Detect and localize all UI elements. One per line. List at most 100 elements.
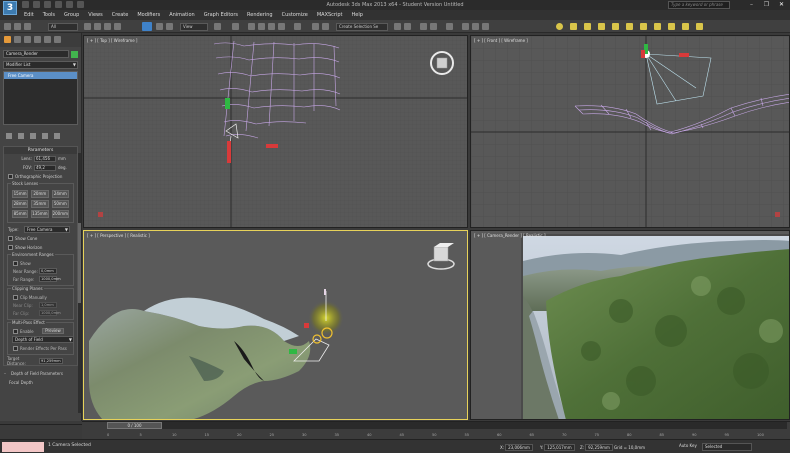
mirror-icon[interactable] — [312, 23, 319, 30]
modifier-list-dropdown[interactable]: Modifier List ▼ — [3, 61, 78, 69]
light-3-icon[interactable] — [584, 23, 591, 30]
show-cone-checkbox[interactable] — [8, 236, 13, 241]
render-per-pass-checkbox[interactable] — [13, 345, 18, 351]
preview-button[interactable]: Preview — [42, 328, 64, 334]
viewport-top-label[interactable]: [ + ] [ Top ] [ Wireframe ] — [87, 38, 138, 43]
lens-spinner[interactable]: 61,456 — [34, 155, 56, 162]
show-end-result-icon[interactable] — [18, 133, 24, 139]
menu-rendering[interactable]: Rendering — [247, 10, 273, 20]
enable-checkbox[interactable] — [13, 328, 18, 334]
viewport-front-label[interactable]: [ + ] [ Front ] [ Wireframe ] — [474, 38, 528, 43]
angle-snap-icon[interactable] — [258, 23, 265, 30]
spinner-snap-icon[interactable] — [278, 23, 285, 30]
window-crossing-icon[interactable] — [114, 23, 121, 30]
curve-editor-icon[interactable] — [420, 23, 427, 30]
lens-50mm-button[interactable]: 50mm — [51, 200, 69, 208]
key-filter-dropdown[interactable]: Selected — [702, 443, 752, 451]
render-production-icon[interactable] — [482, 23, 489, 30]
menu-graph-editors[interactable]: Graph Editors — [204, 10, 238, 20]
selection-filter-dropdown[interactable]: All — [48, 23, 78, 31]
stack-item-free-camera[interactable]: Free Camera — [4, 72, 77, 79]
command-panel-scrollbar[interactable] — [78, 153, 81, 413]
near-clip-spinner[interactable]: 1,0mm — [39, 302, 57, 308]
dof-collapse-icon[interactable]: – — [4, 371, 9, 376]
menu-create[interactable]: Create — [112, 10, 129, 20]
edit-named-sel-icon[interactable] — [294, 23, 301, 30]
env-show-checkbox[interactable] — [13, 260, 18, 266]
fov-spinner[interactable]: 49,2 — [34, 164, 56, 171]
viewport-front[interactable]: [ + ] [ Front ] [ Wireframe ] — [470, 35, 790, 228]
modify-tab-icon[interactable] — [14, 36, 21, 43]
rendered-frame-icon[interactable] — [472, 23, 479, 30]
menu-modifiers[interactable]: Modifiers — [137, 10, 160, 20]
light-11-icon[interactable] — [696, 23, 703, 30]
bind-space-warp-icon[interactable] — [24, 23, 31, 30]
configure-sets-icon[interactable] — [54, 133, 60, 139]
close-button[interactable]: ✕ — [774, 0, 789, 9]
pin-stack-icon[interactable] — [6, 133, 12, 139]
menu-customize[interactable]: Customize — [282, 10, 308, 20]
light-4-icon[interactable] — [598, 23, 605, 30]
x-coordinate-field[interactable]: 23,006mm — [505, 443, 533, 451]
menu-tools[interactable]: Tools — [43, 10, 55, 20]
orthographic-checkbox[interactable] — [8, 174, 13, 179]
layer-manager-icon[interactable] — [394, 23, 401, 30]
make-unique-icon[interactable] — [30, 133, 36, 139]
light-icon[interactable] — [556, 23, 563, 30]
time-slider[interactable]: 0 / 100 — [107, 422, 787, 429]
far-clip-spinner[interactable]: 1000,0mm — [39, 310, 61, 316]
maxscript-listener-input[interactable] — [2, 442, 44, 452]
app-logo-button[interactable]: 3 — [3, 1, 17, 15]
viewport-perspective[interactable]: [ + ] [ Perspective ] [ Realistic ] — [83, 230, 468, 420]
light-9-icon[interactable] — [668, 23, 675, 30]
graphite-ribbon-icon[interactable] — [404, 23, 411, 30]
material-editor-icon[interactable] — [446, 23, 453, 30]
viewcube-perspective[interactable] — [427, 243, 455, 270]
y-coordinate-field[interactable]: 125,017mm — [544, 443, 575, 451]
menu-edit[interactable]: Edit — [24, 10, 34, 20]
utilities-tab-icon[interactable] — [54, 36, 61, 43]
show-horizon-checkbox[interactable] — [8, 245, 13, 250]
motion-tab-icon[interactable] — [34, 36, 41, 43]
search-input[interactable]: Type a keyword or phrase — [668, 1, 730, 9]
region-select-icon[interactable] — [104, 23, 111, 30]
light-2-icon[interactable] — [570, 23, 577, 30]
light-5-icon[interactable] — [612, 23, 619, 30]
light-10-icon[interactable] — [682, 23, 689, 30]
parameters-title[interactable]: Parameters — [4, 147, 77, 154]
lens-85mm-button[interactable]: 85mm — [12, 210, 29, 218]
create-tab-icon[interactable] — [4, 36, 11, 43]
effect-dropdown[interactable]: Depth of Field ▼ — [12, 336, 74, 343]
pivot-icon[interactable] — [214, 23, 221, 30]
render-setup-icon[interactable] — [462, 23, 469, 30]
viewport-camera[interactable]: [ + ] [ Camera_Render ] [ Realistic ] — [470, 230, 790, 420]
camera-type-dropdown[interactable]: Free Camera ▼ — [24, 226, 70, 233]
viewport-top[interactable]: [ + ] [ Top ] [ Wireframe ] — [83, 35, 468, 228]
lens-15mm-button[interactable]: 15mm — [12, 190, 29, 198]
dof-title-row[interactable]: – Depth of Field Parameters — [3, 369, 78, 378]
link-icon[interactable] — [4, 23, 11, 30]
percent-snap-icon[interactable] — [268, 23, 275, 30]
menu-maxscript[interactable]: MAXScript — [317, 10, 343, 20]
light-7-icon[interactable] — [640, 23, 647, 30]
named-selection-dropdown[interactable]: Create Selection Se — [336, 23, 388, 31]
light-6-icon[interactable] — [626, 23, 633, 30]
lens-28mm-button[interactable]: 28mm — [12, 200, 29, 208]
light-8-icon[interactable] — [654, 23, 661, 30]
hierarchy-tab-icon[interactable] — [24, 36, 31, 43]
menu-views[interactable]: Views — [88, 10, 102, 20]
lens-24mm-button[interactable]: 24mm — [51, 190, 69, 198]
lens-20mm-button[interactable]: 20mm — [31, 190, 49, 198]
reference-coord-dropdown[interactable]: View — [180, 23, 208, 31]
select-manipulate-icon[interactable] — [232, 23, 239, 30]
display-tab-icon[interactable] — [44, 36, 51, 43]
lens-200mm-button[interactable]: 200mm — [51, 210, 69, 218]
lens-135mm-button[interactable]: 135mm — [31, 210, 49, 218]
maximize-button[interactable]: ❐ — [759, 0, 774, 9]
select-by-name-icon[interactable] — [94, 23, 101, 30]
select-object-icon[interactable] — [84, 23, 91, 30]
align-icon[interactable] — [322, 23, 329, 30]
clip-manually-checkbox[interactable] — [13, 294, 18, 300]
menu-animation[interactable]: Animation — [169, 10, 195, 20]
viewport-camera-label[interactable]: [ + ] [ Camera_Render ] [ Realistic ] — [474, 233, 546, 238]
